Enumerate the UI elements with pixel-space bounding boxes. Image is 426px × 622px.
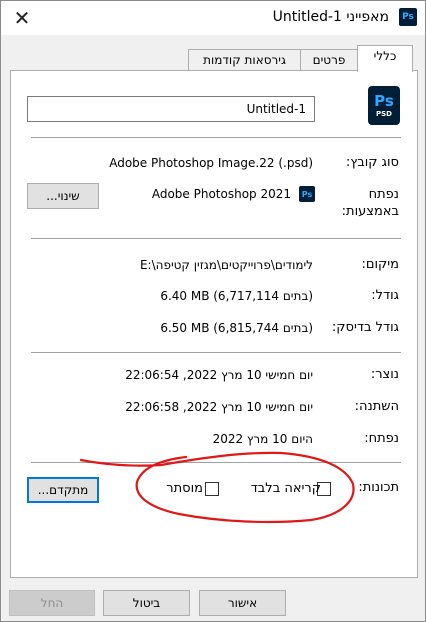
change-button[interactable]: שינוי... [27, 183, 99, 209]
modified-value: יום חמישי 10 מרץ 2022, 22:06:58 [125, 400, 313, 414]
properties-dialog: ✕ מאפייני Untitled-1 Ps כללי פרטים גירסא… [0, 0, 426, 622]
separator [31, 238, 401, 239]
attributes-label: תכונות: [358, 480, 399, 495]
photoshop-app-icon: Ps [399, 8, 417, 26]
created-value: יום חמישי 10 מרץ 2022, 22:06:54 [125, 368, 313, 382]
cancel-button[interactable]: ביטול [103, 590, 190, 616]
separator [31, 462, 401, 463]
hidden-checkbox[interactable] [205, 482, 219, 496]
tab-details[interactable]: פרטים [300, 49, 358, 71]
psd-icon-ext: PSD [376, 110, 392, 118]
size-on-disk-value: 6.50 MB (6,815,744 בתים) [160, 321, 313, 335]
general-panel: Ps PSD סוג קובץ: Adobe Photoshop Image.2… [10, 70, 418, 578]
window-title: מאפייני Untitled-1 [272, 9, 389, 25]
size-value: 6.40 MB (6,717,114 בתים) [160, 289, 313, 303]
readonly-label: קריאה בלבד [250, 481, 321, 496]
opens-with-label-1: נפתח [368, 187, 399, 202]
file-name-field[interactable] [27, 96, 315, 122]
location-label: מיקום: [361, 257, 399, 272]
opens-with-label-2: באמצעות: [341, 204, 399, 219]
modified-label: השתנה: [354, 399, 399, 414]
file-type-value: Adobe Photoshop Image.22 (.psd) [109, 156, 313, 170]
advanced-button[interactable]: מתקדם... [27, 477, 99, 503]
hidden-label: מוסתר [166, 481, 203, 496]
accessed-value: היום 10 מרץ 2022 [212, 432, 313, 446]
tab-strip: כללי פרטים גירסאות קודמות [1, 45, 425, 72]
file-type-label: סוג קובץ: [345, 155, 399, 170]
separator [31, 137, 401, 138]
photoshop-app-icon: Ps [299, 186, 315, 202]
tab-previous-versions[interactable]: גירסאות קודמות [188, 49, 301, 71]
close-icon[interactable]: ✕ [9, 5, 35, 31]
title-bar: ✕ מאפייני Untitled-1 Ps [1, 1, 425, 35]
photoshop-file-icon: Ps PSD [368, 86, 400, 125]
location-value: E:\לימודים\פרוייקטים\מגזין קטיפה [139, 258, 313, 272]
size-label: גודל: [371, 288, 399, 303]
opens-with-value: Adobe Photoshop 2021 [151, 187, 291, 201]
ok-button[interactable]: אישור [199, 590, 286, 616]
tab-general[interactable]: כללי [357, 45, 413, 72]
created-label: נוצר: [370, 367, 399, 382]
psd-icon-letters: Ps [374, 92, 394, 110]
separator [31, 352, 401, 353]
accessed-label: נפתח: [364, 431, 399, 446]
apply-button: החל [9, 590, 95, 616]
size-on-disk-label: גודל בדיסק: [331, 320, 399, 335]
